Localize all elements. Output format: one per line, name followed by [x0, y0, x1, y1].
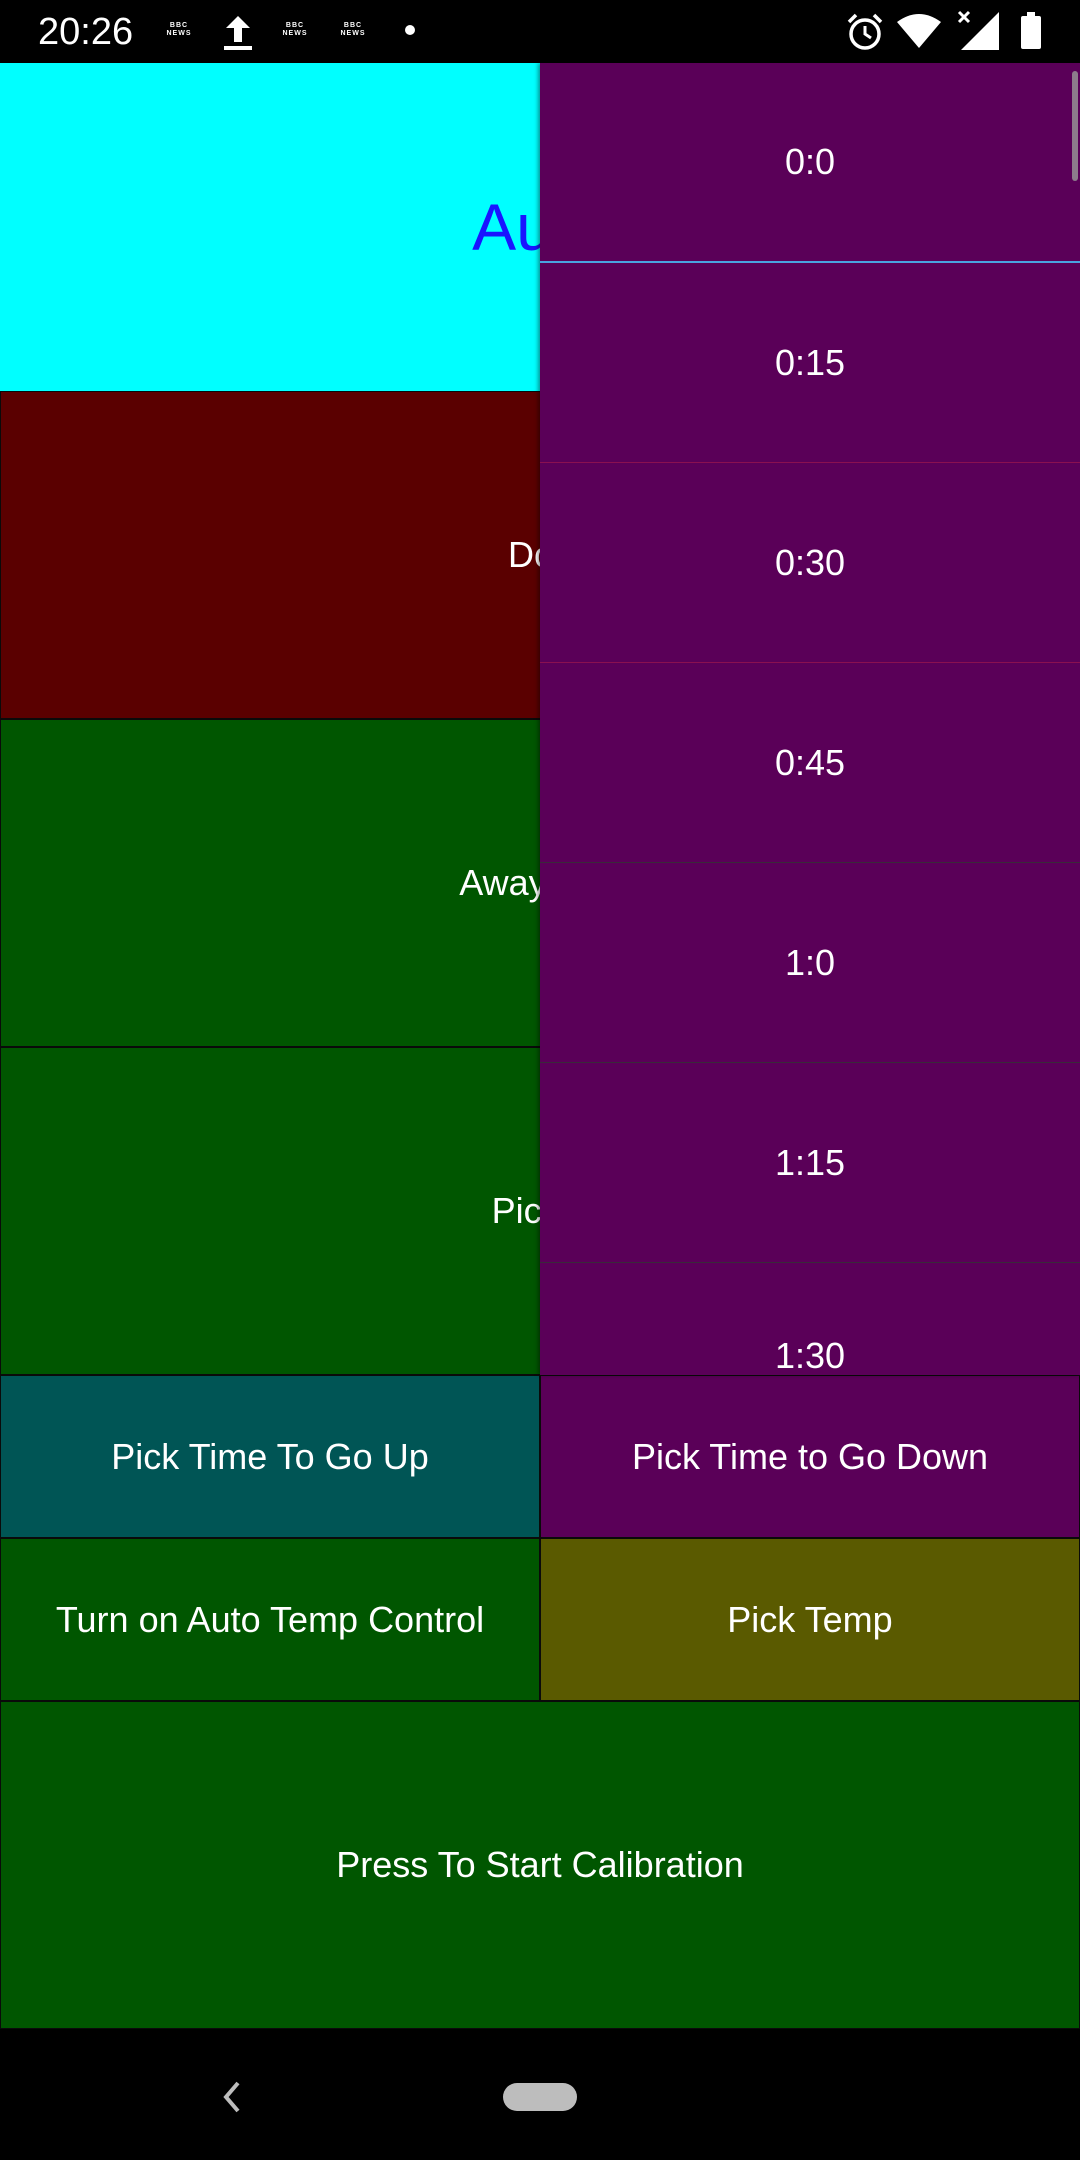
battery-icon — [1021, 12, 1041, 49]
status-bar: 20:26 BBC NEWS BBC NEWS BBC NEWS — [0, 0, 1080, 63]
dropdown-item[interactable]: 0:15 — [540, 263, 1080, 463]
dot-icon — [405, 25, 415, 35]
alarm-icon — [847, 13, 883, 50]
wifi-icon — [897, 14, 941, 48]
bbc-news-icon: BBC NEWS — [340, 22, 366, 37]
dropdown-item[interactable]: 1:15 — [540, 1063, 1080, 1263]
start-calibration-button[interactable]: Press To Start Calibration — [0, 1701, 1080, 2029]
pick-time-up-button[interactable]: Pick Time To Go Up — [0, 1375, 540, 1538]
signal-icon — [957, 10, 999, 50]
home-pill-button[interactable] — [503, 2083, 577, 2111]
dropdown-item[interactable]: 0:45 — [540, 663, 1080, 863]
pick-time-down-button[interactable]: Pick Time to Go Down — [540, 1375, 1080, 1538]
start-calibration-label: Press To Start Calibration — [336, 1844, 744, 1885]
auto-temp-button[interactable]: Turn on Auto Temp Control — [0, 1538, 540, 1701]
pick-temp-label: Pick Temp — [727, 1598, 893, 1640]
upload-icon — [224, 16, 252, 50]
dropdown-item[interactable]: 1:0 — [540, 863, 1080, 1063]
bbc-news-icon: BBC NEWS — [166, 22, 192, 37]
status-time: 20:26 — [38, 11, 134, 53]
time-dropdown-list[interactable]: 0:0 0:15 0:30 0:45 1:0 1:15 1:30 — [540, 63, 1080, 1375]
dropdown-item[interactable]: 0:30 — [540, 463, 1080, 663]
auto-temp-label: Turn on Auto Temp Control — [55, 1598, 485, 1640]
bbc-news-icon: BBC NEWS — [282, 22, 308, 37]
dropdown-scrollbar[interactable] — [1072, 71, 1078, 181]
navigation-bar — [0, 2033, 1080, 2160]
dropdown-item[interactable]: 1:30 — [540, 1263, 1080, 1375]
dropdown-item[interactable]: 0:0 — [540, 63, 1080, 263]
back-icon[interactable] — [218, 2077, 244, 2117]
pick-time-up-label: Pick Time To Go Up — [111, 1435, 429, 1477]
pick-time-down-label: Pick Time to Go Down — [631, 1435, 989, 1477]
pick-temp-button[interactable]: Pick Temp — [540, 1538, 1080, 1701]
